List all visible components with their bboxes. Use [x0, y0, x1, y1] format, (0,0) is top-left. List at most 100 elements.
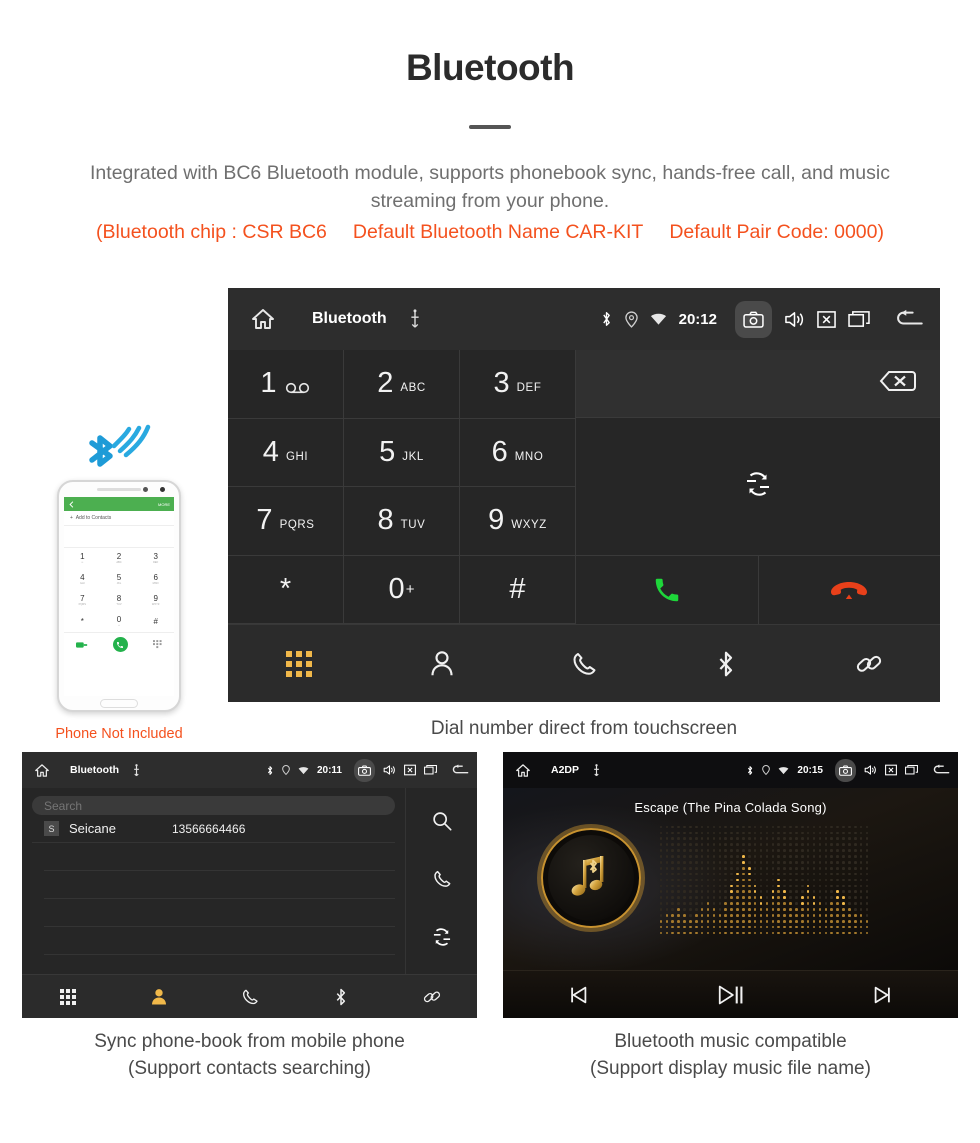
home-icon[interactable] — [34, 763, 50, 778]
eq-dot — [824, 884, 828, 888]
eq-dot — [789, 831, 792, 835]
eq-dot — [800, 855, 804, 858]
tab-bluetooth[interactable] — [295, 987, 386, 1007]
empty-row — [44, 899, 395, 927]
dial-key-5[interactable]: 5 JKL — [344, 418, 460, 487]
handset-icon[interactable] — [431, 868, 453, 895]
eq-dot — [706, 919, 710, 923]
close-box-icon[interactable] — [404, 764, 416, 776]
phone-key: 4 GHI — [64, 569, 101, 590]
back-icon[interactable] — [451, 764, 469, 776]
eq-dot — [700, 884, 704, 888]
eq-dot — [771, 855, 775, 858]
eq-dot — [842, 843, 845, 846]
search-icon[interactable] — [431, 810, 453, 837]
dial-key-6[interactable]: 6 MNO — [460, 418, 576, 487]
tab-dialpad[interactable] — [22, 988, 113, 1005]
dial-key-3[interactable]: 3 DEF — [460, 350, 576, 419]
recent-apps-icon[interactable] — [424, 764, 437, 776]
eq-dot — [765, 896, 769, 899]
eq-dot — [812, 884, 816, 888]
eq-dot — [718, 908, 722, 911]
sync-icon[interactable] — [743, 469, 773, 504]
camera-icon[interactable] — [835, 758, 856, 782]
phone-body: MORE + Add to Contacts 1 ∞ 2 ABC 3 DEF 4 GHI 5 JK… — [57, 480, 181, 712]
eq-dot — [718, 925, 722, 929]
camera-icon[interactable] — [354, 758, 375, 782]
eq-dot — [694, 866, 698, 870]
tab-pair-link[interactable] — [798, 649, 940, 679]
eq-dot — [853, 878, 857, 882]
back-icon[interactable] — [894, 309, 924, 329]
eq-dot — [865, 837, 869, 841]
dial-key-1[interactable]: 1 — [228, 350, 344, 419]
eq-dot — [853, 861, 857, 864]
eq-dot — [677, 843, 680, 846]
dial-key-2[interactable]: 2 ABC — [344, 350, 460, 419]
eq-dot — [765, 878, 769, 882]
backspace-icon[interactable] — [866, 366, 916, 401]
eq-dot — [853, 896, 857, 899]
tab-bluetooth[interactable] — [655, 649, 797, 679]
eq-dot — [712, 855, 716, 858]
eq-dot — [736, 902, 739, 905]
dialer-statusbar: Bluetooth 20:12 — [228, 288, 940, 350]
eq-dot — [718, 825, 722, 829]
eq-dot — [836, 849, 839, 852]
tab-pair-link[interactable] — [386, 987, 477, 1007]
dial-key-4[interactable]: 4 GHI — [228, 418, 344, 487]
call-button[interactable] — [576, 556, 759, 624]
home-icon[interactable] — [250, 307, 276, 331]
dial-key-0[interactable]: 0 + — [344, 555, 460, 624]
next-button[interactable] — [806, 984, 958, 1006]
eq-dot — [694, 896, 698, 899]
recent-apps-icon[interactable] — [905, 764, 918, 776]
volume-icon[interactable] — [383, 764, 396, 776]
eq-dot — [818, 849, 822, 852]
location-icon — [282, 765, 290, 775]
eq-dot — [800, 931, 804, 935]
dial-key-hash[interactable]: # — [460, 555, 576, 624]
dial-key-8[interactable]: 8 TUV — [344, 487, 460, 556]
eq-dot — [747, 831, 751, 835]
previous-button[interactable] — [503, 984, 655, 1006]
tab-contacts[interactable] — [370, 649, 512, 679]
close-box-icon[interactable] — [885, 764, 897, 776]
eq-dot — [765, 843, 769, 846]
phone-speaker — [97, 488, 141, 491]
hangup-button[interactable] — [758, 556, 940, 624]
phone-key-letters: ABC — [116, 561, 122, 564]
back-icon[interactable] — [932, 764, 950, 776]
eq-dot — [706, 855, 710, 858]
search-input[interactable] — [32, 796, 395, 815]
eq-dot — [865, 884, 869, 888]
eq-dot — [806, 890, 810, 894]
dial-key-7[interactable]: 7 PQRS — [228, 487, 344, 556]
volume-icon[interactable] — [784, 310, 805, 329]
tab-call-history[interactable] — [204, 987, 295, 1007]
close-box-icon[interactable] — [817, 310, 836, 329]
eq-dot — [818, 825, 822, 829]
dial-key-9[interactable]: 9 WXYZ — [460, 487, 576, 556]
eq-dot — [800, 837, 804, 841]
contact-row[interactable]: S Seicane 13566664466 — [32, 815, 395, 843]
volume-icon[interactable] — [864, 764, 877, 776]
eq-dot — [712, 861, 716, 864]
eq-dot — [783, 890, 786, 894]
tab-contacts[interactable] — [113, 987, 204, 1007]
tab-call-history[interactable] — [513, 649, 655, 679]
eq-dot — [789, 890, 792, 894]
dial-key-star[interactable]: * — [228, 555, 344, 624]
sync-icon[interactable] — [431, 926, 453, 953]
eq-dot — [765, 849, 769, 852]
home-icon[interactable] — [515, 763, 531, 778]
eq-dot — [795, 866, 798, 870]
recent-apps-icon[interactable] — [848, 310, 870, 329]
play-pause-button[interactable] — [655, 983, 807, 1007]
dialer-screen: Bluetooth 20:12 1 2 ABC 3 DEF 4 GHI 5 JK… — [228, 288, 940, 702]
music-clock: 20:15 — [797, 764, 823, 776]
camera-icon[interactable] — [735, 300, 772, 338]
key-letters: PQRS — [279, 519, 315, 532]
tab-dialpad[interactable] — [228, 650, 370, 677]
eq-dot — [783, 825, 786, 829]
